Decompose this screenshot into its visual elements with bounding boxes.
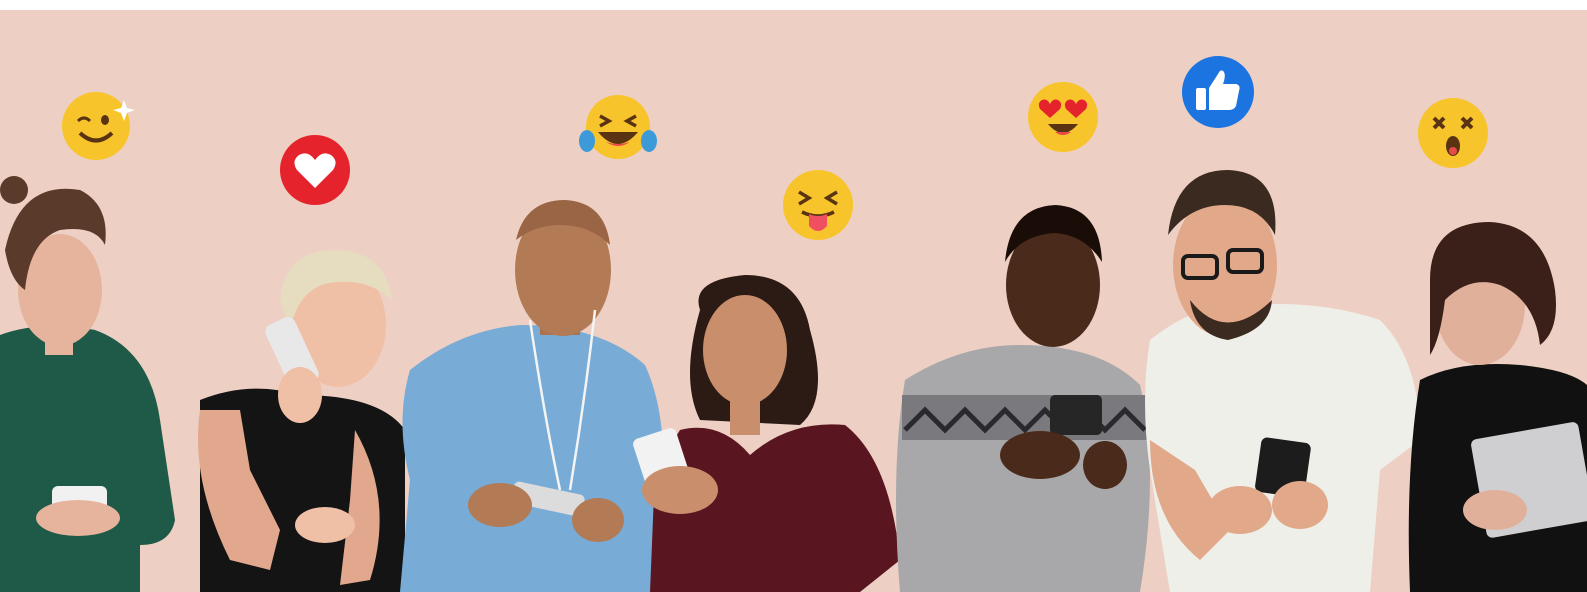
tongue-emoji (783, 170, 853, 240)
person-1 (0, 176, 175, 592)
thumbs-up-reaction (1182, 56, 1254, 128)
social-media-photo (0, 0, 1587, 592)
wink-emoji (62, 92, 135, 160)
person-6 (1145, 170, 1420, 592)
shocked-emoji (1418, 98, 1488, 168)
person-2 (198, 250, 405, 592)
person-3 (400, 200, 663, 592)
people-group (0, 170, 1587, 592)
person-4 (633, 275, 900, 592)
heart-reaction (280, 135, 350, 205)
laughing-emoji (579, 95, 657, 159)
person-7 (1408, 222, 1587, 592)
heart-eyes-emoji (1028, 82, 1098, 152)
person-5 (896, 205, 1150, 592)
